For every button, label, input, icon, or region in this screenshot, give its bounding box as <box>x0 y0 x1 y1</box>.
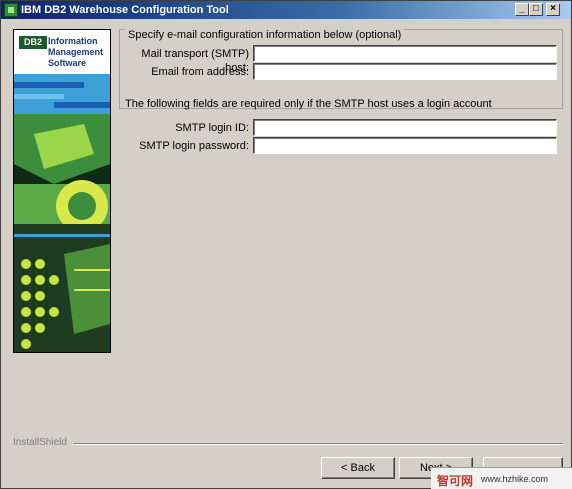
watermark-site-name: 智可网 <box>437 474 474 488</box>
site-watermark: 智可网 www.hzhike.com <box>431 467 572 489</box>
close-button[interactable]: × <box>546 3 560 16</box>
smtp-login-id-label: SMTP login ID: <box>175 122 249 134</box>
email-from-input[interactable] <box>253 63 557 80</box>
minimize-button[interactable]: _ <box>515 3 529 16</box>
watermark-url: www.hzhike.com <box>481 474 549 484</box>
branding-header: DB2 Information Management Software <box>14 30 110 74</box>
configuration-window: IBM DB2 Warehouse Configuration Tool _ □… <box>0 0 572 489</box>
db2-logo: DB2 <box>19 36 47 49</box>
email-group-legend: Specify e-mail configuration information… <box>125 29 405 41</box>
branding-line-2: Management <box>48 47 104 57</box>
back-button[interactable]: < Back <box>321 457 395 479</box>
smtp-host-input[interactable] <box>253 45 557 62</box>
app-icon <box>4 3 18 17</box>
footer-separator <box>73 443 563 445</box>
window-title: IBM DB2 Warehouse Configuration Tool <box>21 4 229 16</box>
email-from-label: Email from address: <box>151 66 249 78</box>
smtp-password-input[interactable] <box>253 137 557 154</box>
installshield-brand: InstallShield <box>13 437 67 448</box>
branding-line-1: Information <box>48 36 98 46</box>
title-bar[interactable]: IBM DB2 Warehouse Configuration Tool _ □… <box>1 1 571 19</box>
smtp-login-id-input[interactable] <box>253 119 557 136</box>
decorative-artwork <box>14 74 110 352</box>
login-requirement-note: The following fields are required only i… <box>125 98 492 110</box>
branding-line-3: Software <box>48 58 87 68</box>
maximize-button[interactable]: □ <box>529 3 543 16</box>
branding-panel: DB2 Information Management Software <box>13 29 111 353</box>
smtp-password-label: SMTP login password: <box>139 140 249 152</box>
